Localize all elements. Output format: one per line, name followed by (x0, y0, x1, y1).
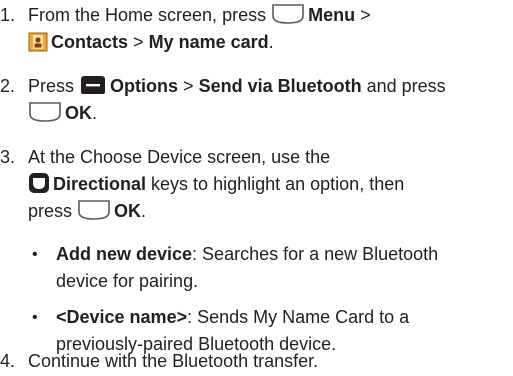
bullet-dot: • (32, 246, 38, 263)
step-text: Press Options > Send via Bluetooth and p… (28, 74, 446, 123)
step-text: From the Home screen, press Menu > Conta… (28, 3, 371, 52)
instructions-document: 1. From the Home screen, press Menu > Co… (0, 0, 513, 376)
step-number: 4. (0, 351, 16, 371)
bullet-dot: • (32, 309, 38, 326)
step-text: Continue with the Bluetooth transfer. (28, 351, 319, 371)
step-text: At the Choose Device screen, use the Dir… (28, 147, 405, 221)
contacts-app-icon (28, 32, 48, 52)
left-soft-key-icon (79, 74, 107, 96)
center-select-key-icon (271, 3, 305, 25)
directional-pad-icon (28, 172, 50, 194)
step-number: 1. (0, 5, 16, 25)
bullet-text: Add new device: Searches for a new Bluet… (56, 244, 439, 291)
center-select-key-icon (28, 101, 62, 123)
step-number: 3. (0, 147, 16, 167)
center-select-key-icon (77, 199, 111, 221)
step-number: 2. (0, 76, 16, 96)
